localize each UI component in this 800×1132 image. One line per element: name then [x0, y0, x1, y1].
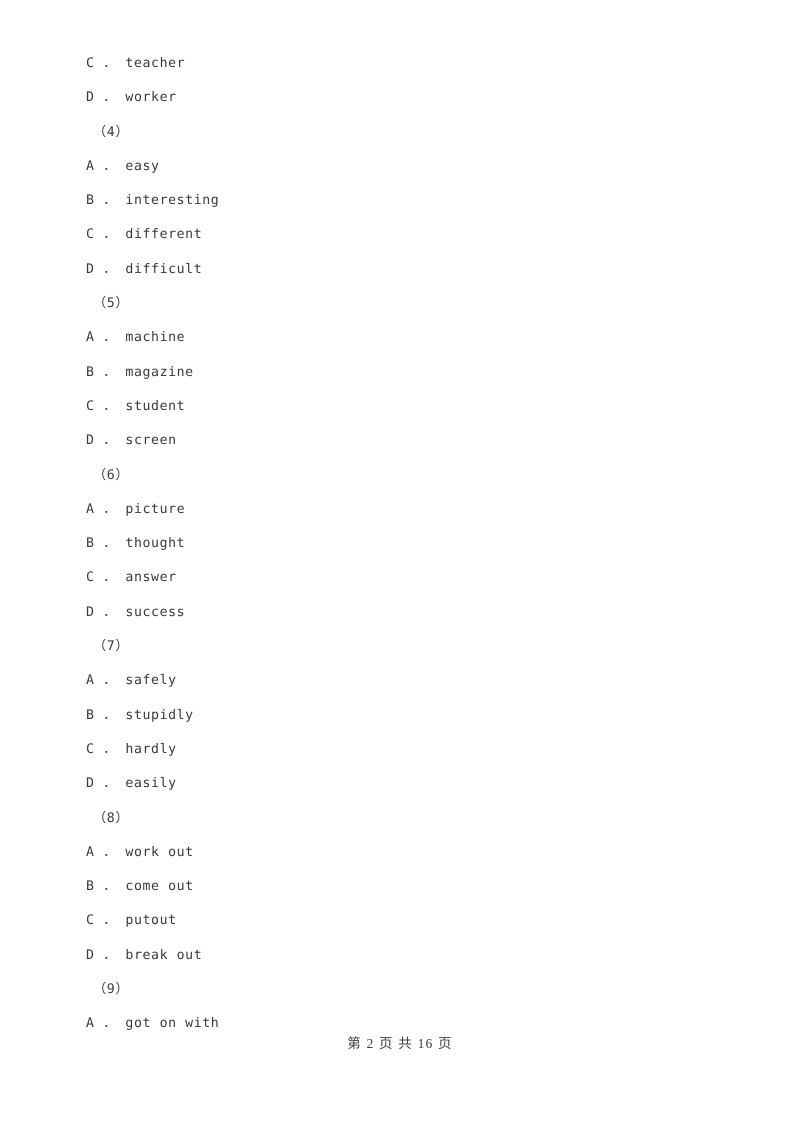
question-number: （7） [93, 639, 130, 655]
question-number: （9） [93, 982, 130, 998]
question-number: （8） [93, 810, 130, 826]
answer-option[interactable]: C ． different [86, 218, 726, 252]
answer-option[interactable]: A ． safely [86, 664, 726, 698]
answer-option[interactable]: D ． difficult [86, 253, 726, 287]
document-page: C ． teacher D ． worker （4） A ． easy B ． inte… [0, 0, 800, 1132]
question-number: （6） [93, 467, 130, 483]
answer-option[interactable]: B ． magazine [86, 356, 726, 390]
answer-option[interactable]: C ． student [86, 390, 726, 424]
answer-option[interactable]: C ． teacher [86, 47, 726, 81]
answer-option[interactable]: D ． worker [86, 81, 726, 115]
answer-option[interactable]: D ． screen [86, 424, 726, 458]
answer-option[interactable]: A ． picture [86, 493, 726, 527]
page-footer: 第 2 页 共 16 页 [347, 1036, 453, 1051]
answer-option[interactable]: D ． easily [86, 767, 726, 801]
answer-option[interactable]: B ． interesting [86, 184, 726, 218]
question-list: C ． teacher D ． worker （4） A ． easy B ． inte… [86, 47, 726, 1042]
answer-option[interactable]: A ． machine [86, 321, 726, 355]
answer-option[interactable]: C ． answer [86, 561, 726, 595]
answer-option[interactable]: C ． putout [86, 904, 726, 938]
answer-option[interactable]: A ． easy [86, 150, 726, 184]
answer-option[interactable]: A ． work out [86, 836, 726, 870]
answer-option[interactable]: B ． thought [86, 527, 726, 561]
answer-option[interactable]: B ． come out [86, 870, 726, 904]
answer-option[interactable]: D ． break out [86, 939, 726, 973]
question-number: （5） [93, 296, 130, 312]
answer-option[interactable]: C ． hardly [86, 733, 726, 767]
question-number: （4） [93, 124, 130, 140]
answer-option[interactable]: B ． stupidly [86, 699, 726, 733]
answer-option[interactable]: D ． success [86, 596, 726, 630]
